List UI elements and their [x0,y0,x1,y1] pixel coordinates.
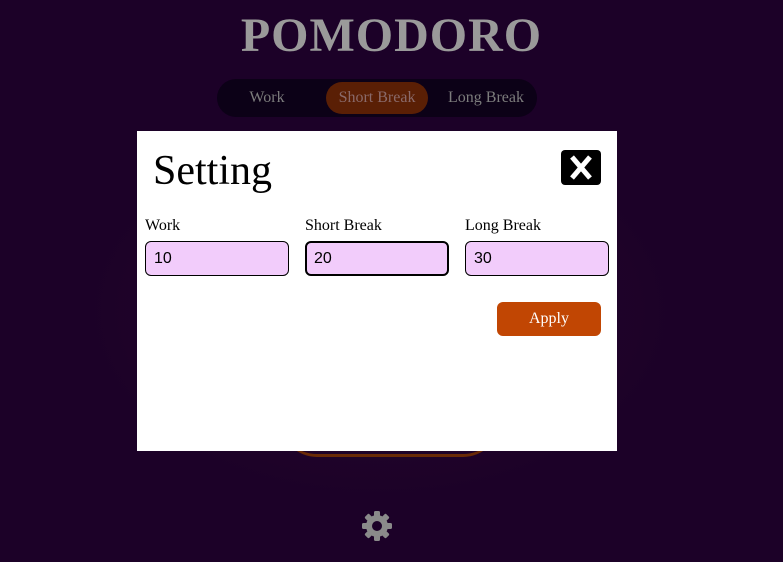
apply-button[interactable]: Apply [497,302,601,336]
short-break-minutes-input[interactable] [305,241,449,276]
tab-work[interactable]: Work [225,82,309,114]
long-break-minutes-input[interactable] [465,241,609,276]
close-button[interactable] [561,150,601,185]
gear-icon[interactable] [361,510,393,542]
tab-long-break[interactable]: Long Break [435,82,537,114]
modal-title: Setting [153,148,273,194]
close-x-icon [570,155,592,180]
long-break-label: Long Break [465,217,541,234]
tab-short-break[interactable]: Short Break [326,82,428,114]
settings-modal: Setting Work Short Break Long Break Appl… [137,131,617,451]
app-title: POMODORO [240,9,543,62]
short-break-label: Short Break [305,217,382,234]
work-minutes-input[interactable] [145,241,289,276]
work-label: Work [145,217,181,234]
long-break-field: Long Break [465,217,609,276]
work-field: Work [145,217,289,276]
short-break-field: Short Break [305,217,449,276]
mode-tabs: Work Short Break Long Break [217,79,537,117]
